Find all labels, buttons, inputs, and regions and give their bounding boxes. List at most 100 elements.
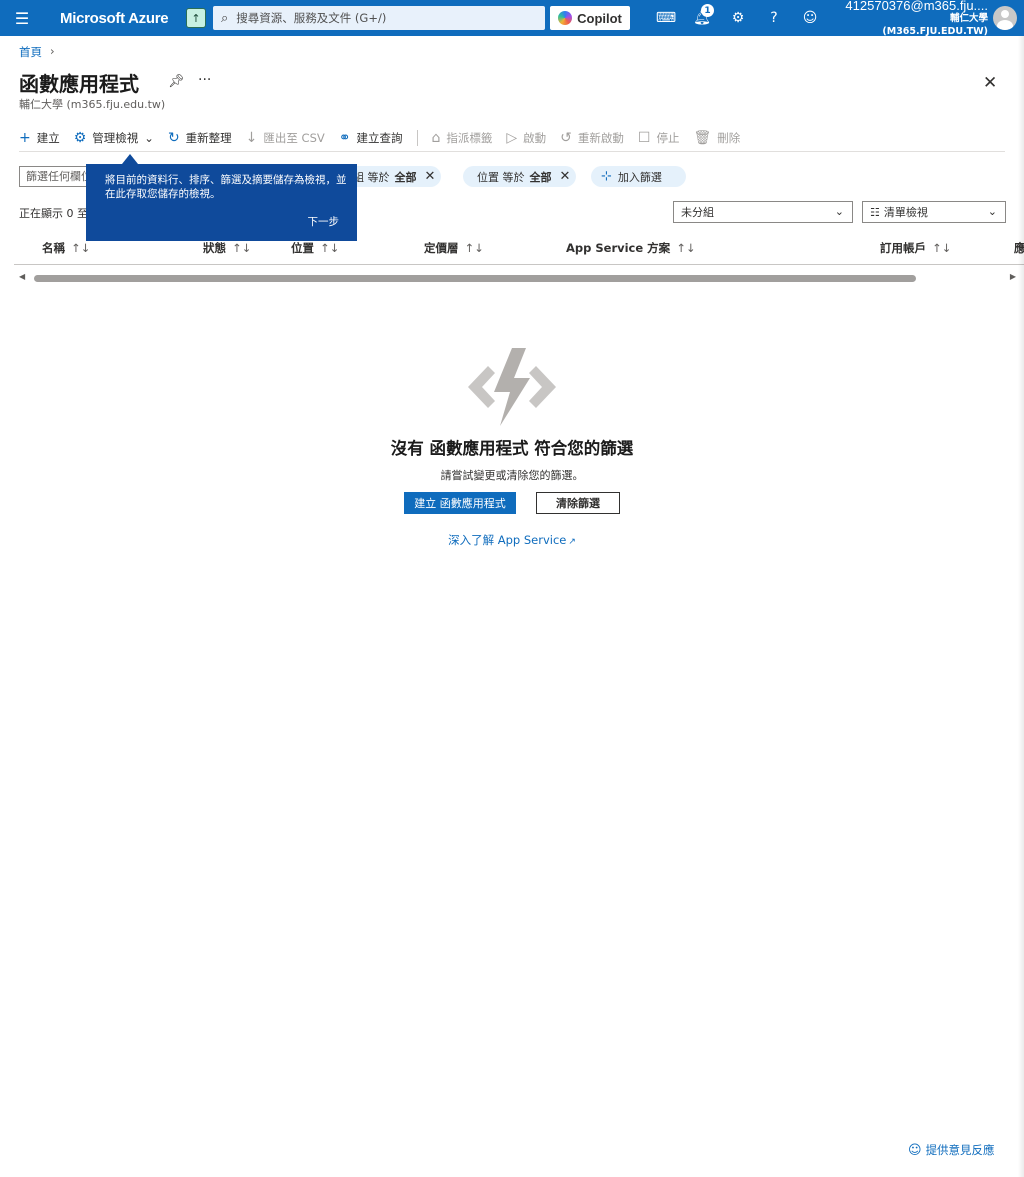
column-label: 定價層 — [424, 241, 459, 255]
column-header-name[interactable]: 名稱 ↑↓ — [42, 240, 90, 256]
scroll-left-icon[interactable]: ◀ — [19, 272, 25, 281]
add-filter-label: 加入篩選 — [617, 170, 662, 184]
column-header-subscription[interactable]: 訂用帳戶 ↑↓ — [880, 240, 951, 256]
restart-label: 重新啟動 — [577, 130, 624, 145]
column-label: 位置 — [291, 241, 314, 255]
learn-more-link[interactable]: 深入了解 App Service ↗ — [0, 532, 1024, 548]
restart-button[interactable]: ↺ 重新啟動 — [560, 130, 624, 146]
grouping-value: 未分組 — [681, 206, 714, 219]
copilot-label: Copilot — [577, 10, 622, 26]
remove-filter-icon[interactable]: ✕ — [425, 169, 436, 184]
give-feedback-link[interactable]: ☺ 提供意見反應 — [908, 1142, 995, 1158]
export-csv-label: 匯出至 CSV — [263, 130, 325, 145]
portal-menu-icon[interactable]: ☰ — [0, 0, 44, 36]
tag-icon: ⌂ — [431, 129, 441, 146]
cloud-shell-icon[interactable]: ⌨ — [648, 0, 684, 36]
command-separator — [416, 129, 418, 146]
function-app-icon — [468, 348, 556, 426]
create-button[interactable]: + 建立 — [19, 130, 60, 146]
grouping-dropdown[interactable]: 未分組 ⌄ — [673, 201, 853, 223]
trash-icon: 🗑︎ — [693, 129, 712, 146]
sort-icon: ↑↓ — [232, 241, 252, 255]
column-label: 狀態 — [203, 241, 226, 255]
assign-tags-button[interactable]: ⌂ 指派標籤 — [432, 130, 493, 146]
play-icon: ▷ — [506, 129, 518, 146]
breadcrumb: 首頁 › — [19, 44, 55, 60]
teaching-bubble-next-button[interactable]: 下一步 — [308, 215, 340, 229]
account-tenant: 輔仁大學 (M365.FJU.EDU.TW) — [882, 12, 988, 37]
teaching-bubble-text: 將目前的資料行、排序、篩選及摘要儲存為檢視，並在此存取您儲存的檢視。 — [105, 174, 347, 200]
empty-state-title: 沒有 函數應用程式 符合您的篩選 — [390, 439, 634, 458]
filter-search-input[interactable]: 篩選任何欄位... — [19, 166, 89, 187]
upgrade-icon[interactable]: ↑ — [186, 8, 206, 28]
sort-icon: ↑↓ — [464, 241, 484, 255]
column-header-location[interactable]: 位置 ↑↓ — [291, 240, 339, 256]
brand-logo[interactable]: Microsoft Azure — [60, 10, 176, 27]
column-label: App Service 方案 — [566, 241, 671, 255]
search-icon: ⌕ — [221, 10, 229, 26]
pin-icon[interactable]: 📌︎ — [168, 74, 185, 89]
delete-button[interactable]: 🗑︎ 刪除 — [693, 130, 740, 146]
open-query-button[interactable]: ⚭ 建立查詢 — [339, 130, 403, 146]
refresh-button[interactable]: ↻ 重新整理 — [168, 130, 232, 146]
stop-icon: ☐ — [637, 129, 651, 146]
notification-count-badge: 1 — [701, 4, 714, 17]
query-graph-icon: ⚭ — [338, 129, 351, 146]
horizontal-scrollbar[interactable]: ◀ ▶ — [14, 272, 1024, 284]
location-filter-pill[interactable]: 位置 等於 全部 ✕ — [463, 166, 577, 187]
column-label: 訂用帳戶 — [880, 241, 926, 255]
settings-gear-icon[interactable]: ⚙ — [720, 0, 756, 36]
column-header-status[interactable]: 狀態 ↑↓ — [203, 240, 251, 256]
copilot-icon — [558, 11, 573, 25]
clear-filters-button[interactable]: 清除篩選 — [536, 492, 620, 514]
location-filter-label: 位置 等於 — [477, 170, 525, 184]
global-search-input[interactable]: ⌕ 搜尋資源、服務及文件 (G+/) — [213, 6, 545, 30]
view-dropdown[interactable]: ☷ 清單檢視 ⌄ — [862, 201, 1006, 223]
close-icon[interactable]: ✕ — [983, 73, 997, 93]
sort-icon: ↑↓ — [71, 241, 91, 255]
group-filter-value: 全部 — [394, 170, 417, 184]
stop-label: 停止 — [656, 130, 680, 145]
remove-filter-icon[interactable]: ✕ — [560, 169, 571, 184]
delete-label: 刪除 — [717, 130, 741, 145]
add-filter-button[interactable]: ⊹ 加入篩選 — [591, 166, 686, 187]
account-info[interactable]: 412570376@m365.fju.... 輔仁大學 (M365.FJU.ED… — [842, 0, 988, 38]
refresh-icon: ↻ — [167, 129, 180, 146]
avatar[interactable] — [993, 6, 1017, 30]
feedback-icon: ☺ — [908, 1142, 922, 1158]
chevron-down-icon: ⌄ — [987, 205, 997, 218]
start-button[interactable]: ▷ 啟動 — [506, 130, 546, 146]
feedback-icon[interactable]: ☺ — [792, 0, 828, 36]
teaching-bubble: 將目前的資料行、排序、篩選及摘要儲存為檢視，並在此存取您儲存的檢視。 下一步 — [86, 154, 357, 241]
command-bar: + 建立 ⚙ 管理檢視 ⌄ ↻ 重新整理 ↓ 匯出至 CSV ⚭ 建立查詢 ⌂ … — [19, 124, 1005, 152]
help-icon[interactable]: ? — [756, 0, 792, 36]
breadcrumb-home-link[interactable]: 首頁 — [19, 44, 42, 60]
more-options-icon[interactable]: ··· — [198, 72, 211, 88]
blade-edge-shadow — [1018, 36, 1024, 1177]
copilot-button[interactable]: Copilot — [550, 6, 630, 30]
search-placeholder: 搜尋資源、服務及文件 (G+/) — [236, 11, 387, 25]
export-csv-button[interactable]: ↓ 匯出至 CSV — [246, 130, 325, 146]
create-function-app-button[interactable]: 建立 函數應用程式 — [404, 492, 516, 514]
sort-icon: ↑↓ — [676, 241, 696, 255]
manage-view-label: 管理檢視 — [92, 130, 139, 145]
column-header-app-service-plan[interactable]: App Service 方案 ↑↓ — [566, 240, 695, 256]
manage-view-button[interactable]: ⚙ 管理檢視 ⌄ — [74, 130, 154, 146]
scrollbar-thumb[interactable] — [34, 275, 916, 282]
scroll-right-icon[interactable]: ▶ — [1010, 272, 1016, 281]
chevron-down-icon: ⌄ — [144, 130, 154, 145]
view-value: 清單檢視 — [883, 206, 928, 219]
column-header-pricing-tier[interactable]: 定價層 ↑↓ — [424, 240, 484, 256]
sort-icon: ↑↓ — [932, 241, 952, 255]
restart-icon: ↺ — [560, 129, 572, 146]
list-view-icon: ☷ — [870, 205, 880, 219]
notifications-bell-icon[interactable]: 🔔︎ 1 — [684, 0, 720, 36]
location-filter-value: 全部 — [529, 170, 552, 184]
download-icon: ↓ — [245, 129, 258, 146]
chevron-right-icon: › — [50, 44, 55, 58]
start-label: 啟動 — [523, 130, 547, 145]
create-label: 建立 — [36, 130, 60, 145]
stop-button[interactable]: ☐ 停止 — [638, 130, 680, 146]
column-label: 名稱 — [42, 241, 65, 255]
chevron-down-icon: ⌄ — [834, 205, 844, 218]
